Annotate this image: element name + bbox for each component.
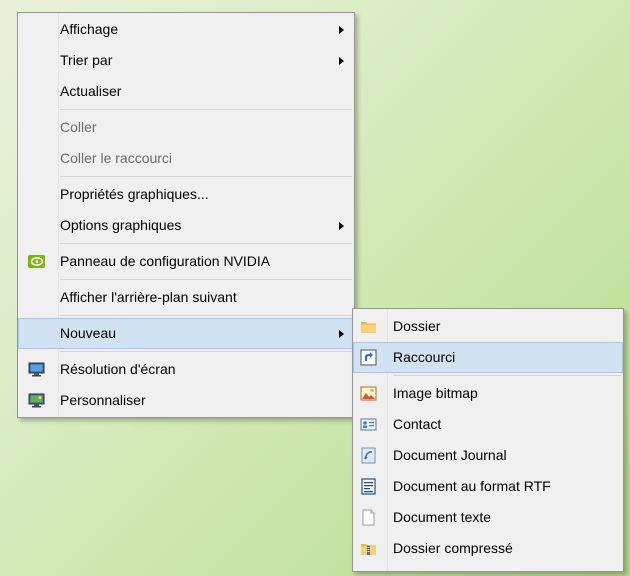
- text-document-icon: [362, 509, 375, 526]
- menu-item-coller-raccourci: Coller le raccourci: [18, 143, 354, 174]
- rtf-icon: [361, 478, 376, 495]
- menu-item-trier-par[interactable]: Trier par: [18, 45, 354, 76]
- nouveau-submenu: Dossier Raccourci Image bitmap Contact D…: [352, 308, 624, 572]
- menu-item-label: Raccourci: [393, 349, 456, 365]
- menu-item-label: Panneau de configuration NVIDIA: [60, 253, 271, 269]
- contact-icon: [360, 418, 377, 431]
- folder-icon: [361, 322, 376, 333]
- journal-icon: [361, 447, 376, 464]
- menu-item-label: Personnaliser: [60, 392, 146, 408]
- desktop-context-menu: Affichage Trier par Actualiser Coller Co…: [17, 12, 355, 418]
- menu-separator: [60, 109, 352, 110]
- menu-item-label: Actualiser: [60, 83, 122, 99]
- menu-separator: [60, 315, 352, 316]
- menu-item-label: Propriétés graphiques...: [60, 186, 209, 202]
- menu-item-label: Dossier: [393, 318, 441, 334]
- menu-item-affichage[interactable]: Affichage: [18, 14, 354, 45]
- menu-item-resolution-ecran[interactable]: Résolution d'écran: [18, 354, 354, 385]
- submenu-item-document-rtf[interactable]: Document au format RTF: [353, 471, 623, 502]
- menu-separator: [60, 351, 352, 352]
- zip-folder-icon: [361, 544, 376, 555]
- submenu-item-dossier[interactable]: Dossier: [353, 311, 623, 342]
- menu-item-label: Document texte: [393, 509, 492, 525]
- menu-item-label: Nouveau: [60, 325, 117, 341]
- submenu-arrow-icon: [339, 330, 344, 338]
- submenu-arrow-icon: [339, 57, 344, 65]
- personalize-icon: [28, 393, 45, 408]
- submenu-item-document-journal[interactable]: Document Journal: [353, 440, 623, 471]
- menu-item-actualiser[interactable]: Actualiser: [18, 76, 354, 107]
- submenu-item-raccourci[interactable]: Raccourci: [353, 342, 623, 373]
- bitmap-icon: [360, 386, 377, 401]
- menu-item-label: Trier par: [60, 52, 113, 68]
- submenu-item-document-texte[interactable]: Document texte: [353, 502, 623, 533]
- menu-item-label: Affichage: [60, 21, 119, 37]
- submenu-item-image-bitmap[interactable]: Image bitmap: [353, 378, 623, 409]
- menu-item-personnaliser[interactable]: Personnaliser: [18, 385, 354, 416]
- submenu-item-dossier-compresse[interactable]: Dossier compressé: [353, 533, 623, 564]
- shortcut-icon: [360, 349, 377, 366]
- menu-separator: [60, 243, 352, 244]
- submenu-arrow-icon: [339, 222, 344, 230]
- nvidia-icon: [28, 255, 45, 268]
- menu-item-label: Image bitmap: [393, 385, 478, 401]
- menu-item-label: Document au format RTF: [393, 478, 551, 494]
- menu-item-label: Options graphiques: [60, 217, 182, 233]
- menu-item-label: Coller le raccourci: [60, 150, 173, 166]
- menu-item-arriere-plan-suivant[interactable]: Afficher l'arrière-plan suivant: [18, 282, 354, 313]
- menu-item-label: Document Journal: [393, 447, 507, 463]
- submenu-arrow-icon: [339, 26, 344, 34]
- menu-separator: [60, 176, 352, 177]
- menu-item-label: Dossier compressé: [393, 540, 513, 556]
- menu-item-label: Résolution d'écran: [60, 361, 176, 377]
- menu-item-label: Afficher l'arrière-plan suivant: [60, 289, 237, 305]
- menu-item-options-graphiques[interactable]: Options graphiques: [18, 210, 354, 241]
- submenu-item-contact[interactable]: Contact: [353, 409, 623, 440]
- menu-item-nvidia[interactable]: Panneau de configuration NVIDIA: [18, 246, 354, 277]
- menu-item-nouveau[interactable]: Nouveau: [18, 318, 354, 349]
- menu-separator: [60, 279, 352, 280]
- menu-item-coller: Coller: [18, 112, 354, 143]
- display-icon: [28, 362, 45, 377]
- menu-item-label: Coller: [60, 119, 97, 135]
- menu-separator: [393, 375, 621, 376]
- menu-item-label: Contact: [393, 416, 442, 432]
- menu-item-proprietes-graphiques[interactable]: Propriétés graphiques...: [18, 179, 354, 210]
